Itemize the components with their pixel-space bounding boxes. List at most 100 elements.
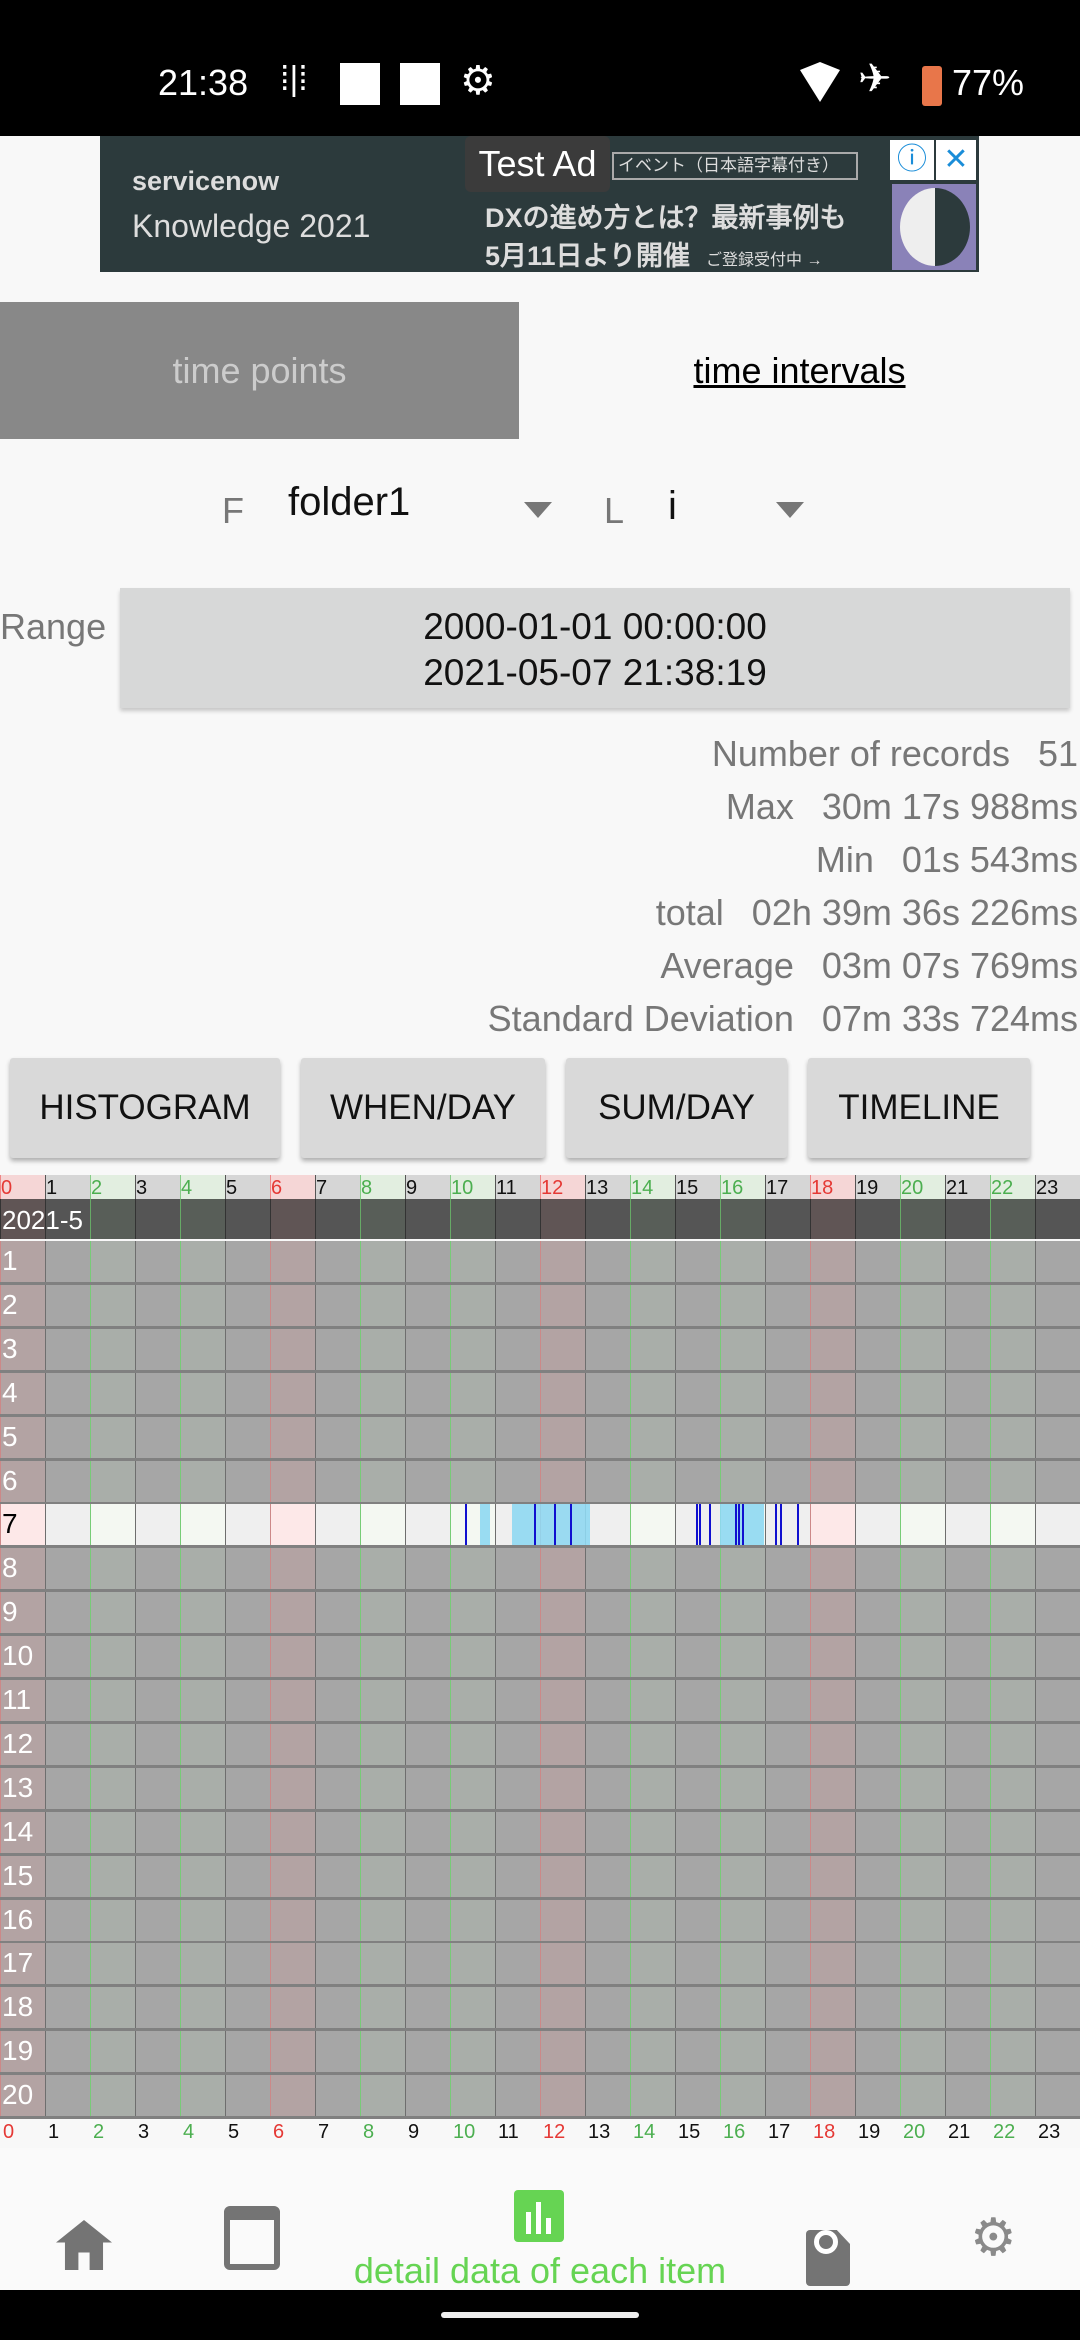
hour-cell[interactable] [315,1416,360,1458]
hour-cell[interactable] [810,1943,855,1985]
hour-cell[interactable] [585,1899,630,1941]
hour-cell[interactable] [765,1241,810,1282]
hour-cell[interactable] [945,1504,990,1546]
hour-cell[interactable] [135,1592,180,1634]
hour-cell[interactable] [360,1899,405,1941]
hour-cell[interactable] [675,1811,720,1853]
hour-cell[interactable] [810,1592,855,1634]
hour-cell[interactable] [945,1680,990,1721]
hour-cell[interactable] [540,1680,585,1721]
day-row[interactable]: 4 [0,1372,1080,1414]
hour-cell[interactable] [270,1811,315,1853]
hour-cell[interactable] [315,1548,360,1590]
hour-cell[interactable] [765,2075,810,2117]
hour-cell[interactable] [585,1680,630,1721]
hour-cell[interactable] [360,1855,405,1897]
hour-cell[interactable] [720,1855,765,1897]
hour-cell[interactable] [675,1328,720,1370]
hour-cell[interactable] [720,1943,765,1985]
hour-cell[interactable] [540,1284,585,1326]
hour-cell[interactable] [495,1241,540,1282]
hour-cell[interactable] [765,1811,810,1853]
hour-cell[interactable] [855,1241,900,1282]
hour-cell[interactable] [855,1987,900,2029]
hour-cell[interactable] [360,1548,405,1590]
hour-cell[interactable] [900,1328,945,1370]
hour-cell[interactable] [180,1723,225,1765]
hour-cell[interactable] [315,1943,360,1985]
hour-cell[interactable] [45,1328,90,1370]
hour-cell[interactable] [900,1241,945,1282]
hour-cell[interactable] [765,1943,810,1985]
hour-cell[interactable] [630,1284,675,1326]
hour-cell[interactable] [675,1987,720,2029]
hour-cell[interactable] [495,1943,540,1985]
hour-cell[interactable] [450,1811,495,1853]
hour-cell[interactable] [135,1943,180,1985]
hour-cell[interactable] [765,2031,810,2073]
hour-cell[interactable] [900,1504,945,1546]
day-row[interactable]: 13 [0,1767,1080,1809]
hour-cell[interactable] [765,1767,810,1809]
hour-cell[interactable] [855,1767,900,1809]
hour-cell[interactable] [630,1241,675,1282]
hour-cell[interactable] [90,1723,135,1765]
hour-cell[interactable] [630,1899,675,1941]
hour-cell[interactable] [270,1680,315,1721]
hour-cell[interactable] [450,1855,495,1897]
hour-cell[interactable] [225,1592,270,1634]
hour-cell[interactable] [990,1899,1035,1941]
hour-cell[interactable] [90,1504,135,1546]
hour-cell[interactable] [360,1328,405,1370]
hour-cell[interactable] [405,1548,450,1590]
hour-cell[interactable] [450,1680,495,1721]
hour-cell[interactable] [90,1328,135,1370]
day-row[interactable]: 3 [0,1328,1080,1370]
hour-cell[interactable] [315,1504,360,1546]
hour-cell[interactable] [495,1592,540,1634]
hour-cell[interactable] [225,2075,270,2117]
hour-cell[interactable] [630,1460,675,1502]
hour-cell[interactable] [405,1328,450,1370]
hour-cell[interactable] [45,1680,90,1721]
hour-cell[interactable] [495,1723,540,1765]
hour-cell[interactable] [45,1811,90,1853]
hour-cell[interactable] [720,1899,765,1941]
hour-cell[interactable] [360,1460,405,1502]
hour-cell[interactable] [540,1592,585,1634]
hour-cell[interactable] [720,1636,765,1678]
hour-cell[interactable] [225,1548,270,1590]
hour-cell[interactable] [360,1504,405,1546]
hour-cell[interactable] [630,1855,675,1897]
tab-time-points[interactable]: time points [0,302,519,439]
hour-cell[interactable] [450,1767,495,1809]
hour-cell[interactable] [450,1241,495,1282]
hour-cell[interactable] [180,1855,225,1897]
hour-cell[interactable] [990,1636,1035,1678]
hour-cell[interactable] [540,1855,585,1897]
hour-cell[interactable] [855,1284,900,1326]
hour-cell[interactable] [945,2075,990,2117]
hour-cell[interactable] [630,2031,675,2073]
hour-cell[interactable] [135,1548,180,1590]
nav-calendar[interactable] [224,2206,280,2270]
hour-cell[interactable] [495,1460,540,1502]
hour-cell[interactable] [585,1416,630,1458]
hour-cell[interactable] [180,1943,225,1985]
hour-cell[interactable] [405,1416,450,1458]
hour-cell[interactable] [225,1284,270,1326]
hour-cell[interactable] [855,1328,900,1370]
hour-cell[interactable] [675,1592,720,1634]
hour-cell[interactable] [810,1284,855,1326]
day-row[interactable]: 15 [0,1855,1080,1897]
hour-cell[interactable] [495,1767,540,1809]
hour-cell[interactable] [630,1636,675,1678]
ad-close-icon[interactable]: ✕ [936,140,976,180]
hour-cell[interactable] [450,1943,495,1985]
hour-cell[interactable] [540,2031,585,2073]
day-row[interactable]: 17 [0,1943,1080,1985]
hour-cell[interactable] [630,1723,675,1765]
timeline-button[interactable]: TIMELINE [808,1058,1030,1158]
hour-cell[interactable] [630,1680,675,1721]
hour-cell[interactable] [900,1899,945,1941]
